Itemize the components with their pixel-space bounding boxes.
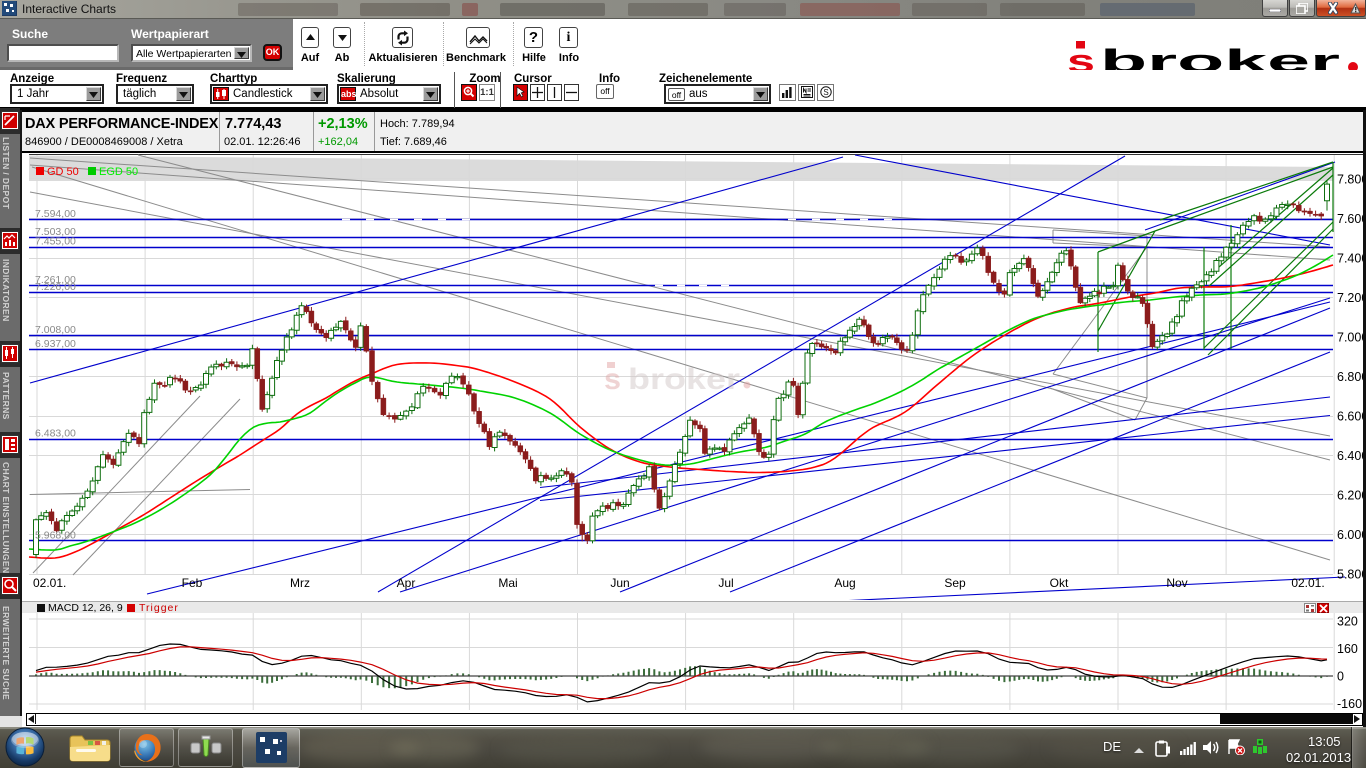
svg-text:-160: -160 [1337,697,1362,711]
svg-text:160: 160 [1337,642,1358,656]
svg-text:320: 320 [1337,615,1358,629]
svg-text:0: 0 [1337,670,1344,684]
